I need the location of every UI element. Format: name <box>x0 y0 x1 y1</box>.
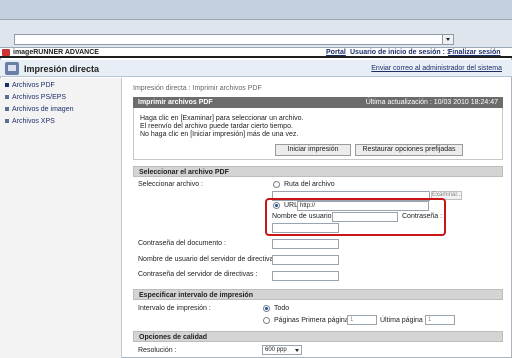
first-page-input[interactable]: 1 <box>347 315 377 325</box>
browser-toolbar <box>0 0 512 20</box>
canon-logo-icon <box>2 49 10 56</box>
page-range-radio[interactable] <box>263 317 270 324</box>
all-pages-radio[interactable] <box>263 305 270 312</box>
policy-user-input[interactable] <box>272 255 339 265</box>
quality-section-header: Opciones de calidad <box>133 331 503 342</box>
print-range-label: Intervalo de impresión : <box>138 305 211 312</box>
sidebar: Archivos PDF Archivos PS/EPS Archivos de… <box>0 78 122 358</box>
sidebar-item-xps[interactable]: Archivos XPS <box>5 118 55 128</box>
resolution-select[interactable]: 600 ppp <box>262 345 302 355</box>
resolution-label: Resolución : <box>138 347 177 354</box>
sidebar-item-label: Archivos PDF <box>12 82 55 89</box>
doc-password-label: Contraseña del documento : <box>138 240 226 247</box>
select-file-section-header: Seleccionar el archivo PDF <box>133 166 503 177</box>
browser-address-bar <box>0 20 512 48</box>
sidebar-item-label: Archivos XPS <box>12 118 55 125</box>
sidebar-item-label: Archivos PS/EPS <box>12 94 67 101</box>
last-page-input[interactable]: 1 <box>425 315 455 325</box>
file-path-radio[interactable] <box>273 181 280 188</box>
address-dropdown-icon[interactable] <box>442 35 453 44</box>
print-icon <box>5 62 19 75</box>
username-input[interactable] <box>332 212 398 222</box>
password-label: Contraseña : <box>402 213 443 220</box>
select-file-label: Seleccionar archivo : <box>138 181 203 188</box>
info-line: El reenvío del archivo puede tardar cier… <box>140 123 293 130</box>
url-label: URL <box>284 202 299 209</box>
last-page-label-text: Última página : <box>380 317 427 324</box>
address-input[interactable] <box>14 34 454 45</box>
policy-password-label: Contraseña del servidor de directivas : <box>138 271 258 278</box>
logout-link[interactable]: Finalizar sesión <box>448 49 501 56</box>
panel-title: Imprimir archivos PDF <box>138 99 213 106</box>
login-user-text: Usuario de inicio de sesión : 1 <box>350 49 451 56</box>
last-update: Última actualización : 10/03 2010 18:24:… <box>365 99 498 106</box>
brand-header: imageRUNNER ADVANCE Portal Usuario de in… <box>0 48 512 58</box>
portal-link[interactable]: Portal <box>326 49 346 56</box>
sidebar-item-image[interactable]: Archivos de imagen <box>5 106 73 116</box>
username-label: Nombre de usuario : <box>272 213 336 220</box>
first-page-label: Páginas Primera página : <box>274 317 353 324</box>
url-input[interactable]: http:// <box>297 201 429 211</box>
bullet-icon <box>5 119 9 123</box>
sidebar-item-pdf[interactable]: Archivos PDF <box>5 82 55 92</box>
doc-password-input[interactable] <box>272 239 339 249</box>
sidebar-item-ps-eps[interactable]: Archivos PS/EPS <box>5 94 66 104</box>
brand-name: imageRUNNER ADVANCE <box>13 49 99 56</box>
policy-password-input[interactable] <box>272 271 339 281</box>
start-print-button[interactable]: Iniciar impresión <box>275 144 351 156</box>
all-pages-label: Todo <box>274 305 290 312</box>
panel-header: Imprimir archivos PDF Última actualizaci… <box>133 97 503 108</box>
info-line: Haga clic en [Examinar] para seleccionar… <box>140 115 304 122</box>
print-range-section-header: Especificar intervalo de impresión <box>133 289 503 300</box>
password-input[interactable] <box>272 223 339 233</box>
page-titlebar: Impresión directa Enviar correo al admin… <box>0 60 512 77</box>
file-path-label: Ruta del archivo <box>284 181 335 188</box>
url-radio[interactable] <box>273 202 280 209</box>
policy-user-label: Nombre de usuario del servidor de direct… <box>138 256 281 263</box>
page-title: Impresión directa <box>24 64 100 74</box>
restore-defaults-button[interactable]: Restaurar opciones prefijadas <box>355 144 463 156</box>
sidebar-item-label: Archivos de imagen <box>12 106 74 113</box>
bullet-icon <box>5 95 9 99</box>
breadcrumb: Impresión directa : Imprimir archivos PD… <box>133 85 262 92</box>
info-line: No haga clic en [Iniciar impresión] más … <box>140 131 299 138</box>
send-email-admin-link[interactable]: Enviar correo al administrador del siste… <box>371 65 502 72</box>
bullet-icon <box>5 107 9 111</box>
bullet-icon <box>5 83 9 87</box>
